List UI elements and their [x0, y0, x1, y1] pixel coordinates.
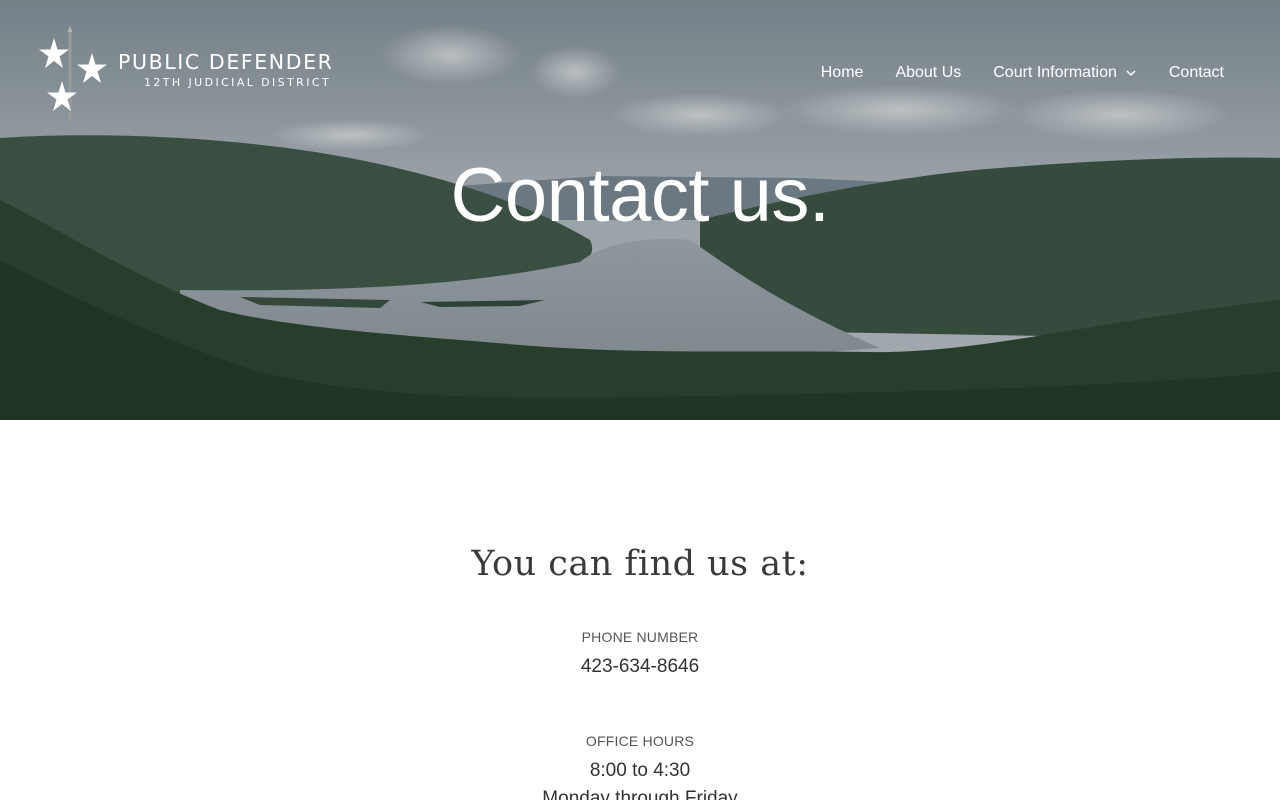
logo-subtitle: 12TH JUDICIAL DISTRICT	[144, 76, 332, 89]
nav-link-contact[interactable]: Contact	[1169, 62, 1224, 84]
nav-link-contact-label: Contact	[1168, 64, 1224, 81]
nav-link-home-label: Home	[820, 64, 864, 81]
phone-number-value: 423-634-8646	[580, 656, 700, 677]
contact-info-section: You can find us at: PHONE NUMBER 423-634…	[0, 420, 1280, 800]
chevron-down-icon[interactable]	[1125, 67, 1137, 79]
stars-sword-icon	[39, 26, 107, 120]
hero-section: PUBLIC DEFENDER 12TH JUDICIAL DISTRICT H…	[0, 0, 1280, 420]
logo-title: PUBLIC DEFENDER	[118, 50, 334, 74]
nav-link-home[interactable]: Home	[821, 62, 864, 84]
nav-link-court-information[interactable]: Court Information	[993, 62, 1137, 84]
nav-link-about-us-label: About Us	[895, 64, 962, 81]
nav-link-about-us[interactable]: About Us	[895, 62, 961, 84]
page-title: Contact us.	[450, 153, 830, 238]
office-hours-value: 8:00 to 4:30	[589, 760, 691, 781]
main-navigation: Home About Us Court Information Contact	[821, 62, 1224, 84]
section-heading: You can find us at:	[471, 544, 809, 584]
phone-number-label: PHONE NUMBER	[581, 629, 699, 645]
office-hours-label: OFFICE HOURS	[585, 733, 695, 749]
site-logo[interactable]: PUBLIC DEFENDER 12TH JUDICIAL DISTRICT	[38, 26, 348, 122]
nav-link-court-information-label: Court Information	[993, 64, 1117, 81]
office-days-value: Monday through Friday	[542, 788, 738, 800]
